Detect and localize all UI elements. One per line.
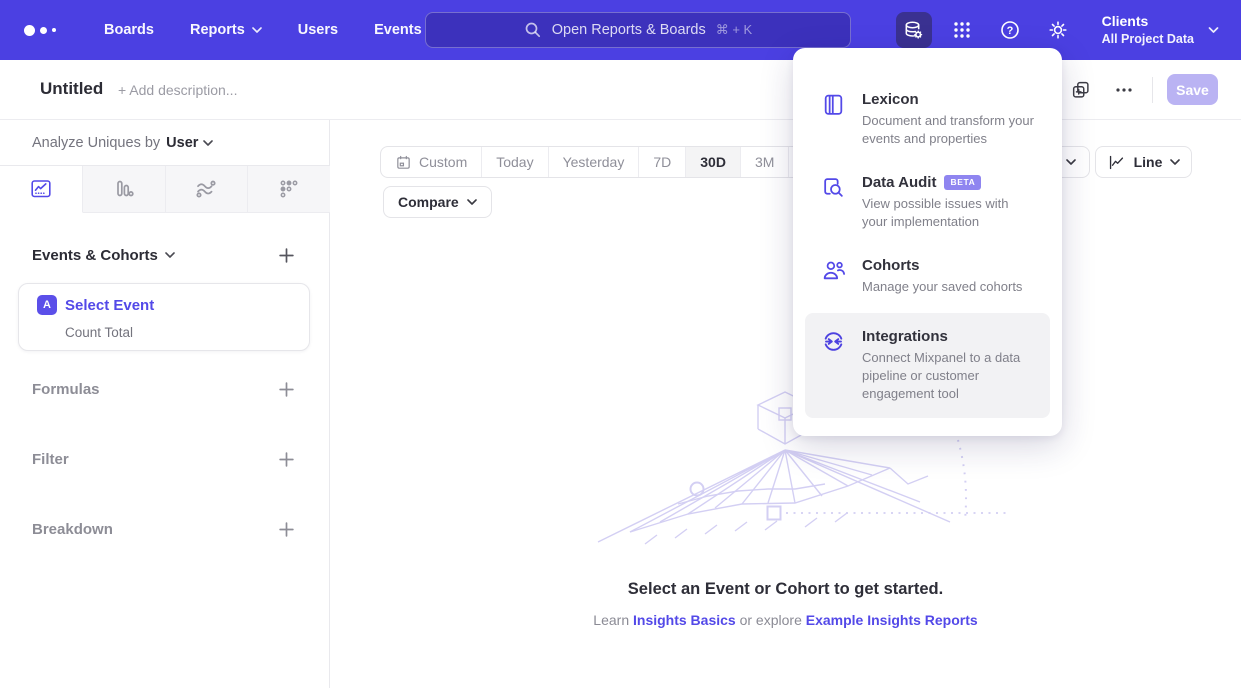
nav-events[interactable]: Events [374,22,422,38]
chevron-down-icon [467,199,477,206]
events-cohorts-header[interactable]: Events & Cohorts [32,247,175,264]
help-button[interactable]: ? [992,12,1028,48]
chart-type-tabs [0,165,330,213]
date-range-yesterday[interactable]: Yesterday [548,147,639,177]
chevron-down-icon [203,140,213,147]
chevron-down-icon [252,27,262,34]
apps-grid-button[interactable] [944,12,980,48]
menu-item-data-audit[interactable]: Data Audit BETA View possible issues wit… [793,161,1062,244]
empty-state-heading: Select an Event or Cohort to get started… [330,580,1241,599]
search-placeholder: Open Reports & Boards [552,22,706,38]
cohorts-users-icon [821,258,846,283]
event-letter-badge: A [37,295,57,315]
date-range-3m[interactable]: 3M [740,147,788,177]
add-description-field[interactable]: + Add description... [118,82,237,98]
header-divider [1152,77,1153,103]
chevron-down-icon [165,252,175,259]
select-event-label[interactable]: Select Event [65,297,154,314]
more-options-button[interactable] [1111,77,1137,103]
report-canvas: Custom Today Yesterday 7D 30D 3M 6M Comp… [330,120,1241,688]
add-filter-button[interactable] [278,451,296,469]
apps-grid-icon [951,19,973,41]
formulas-label: Formulas [32,381,100,398]
tab-insights-line[interactable] [0,166,83,213]
filter-label: Filter [32,451,69,468]
scatter-grid-icon [277,177,301,201]
more-ellipsis-icon [1114,80,1134,100]
project-switcher[interactable]: Clients All Project Data [1102,13,1219,47]
search-shortcut: ⌘ + K [716,22,753,38]
empty-state-subtext: Learn Insights Basics or explore Example… [330,612,1241,628]
add-formula-button[interactable] [278,381,296,399]
insights-line-chart-icon [29,177,53,201]
settings-gear-icon [1046,18,1070,42]
mixpanel-logo-icon[interactable] [24,25,70,36]
analyze-prefix-label: Analyze Uniques by [32,135,160,151]
menu-item-integrations[interactable]: Integrations Connect Mixpanel to a data … [805,313,1050,418]
date-range-today[interactable]: Today [481,147,547,177]
bar-chart-icon [112,177,136,201]
calendar-icon [395,154,412,171]
compare-dropdown[interactable]: Compare [383,186,492,218]
add-breakdown-button[interactable] [278,521,296,539]
flow-chart-icon [194,177,218,201]
data-management-button[interactable] [896,12,932,48]
breakdown-label: Breakdown [32,521,113,538]
line-chart-icon [1107,153,1126,172]
settings-button[interactable] [1040,12,1076,48]
global-search-input[interactable]: Open Reports & Boards ⌘ + K [425,12,851,48]
chart-style-dropdown[interactable]: Line [1095,146,1192,178]
insights-basics-link[interactable]: Insights Basics [633,612,736,628]
plus-icon [278,451,295,468]
report-title[interactable]: Untitled [40,79,103,99]
plus-icon [278,521,295,538]
count-total-label[interactable]: Count Total [65,325,133,340]
analyze-uniques-row: Analyze Uniques by User [32,135,213,151]
search-icon [524,21,542,39]
data-audit-icon [821,175,846,200]
date-range-7d[interactable]: 7D [638,147,685,177]
date-range-custom[interactable]: Custom [381,147,481,177]
chevron-down-icon [1066,159,1076,166]
nav-reports[interactable]: Reports [190,22,262,38]
add-event-button[interactable] [278,247,296,265]
chevron-down-icon [1170,159,1180,166]
select-event-card[interactable]: A Select Event Count Total [18,283,310,351]
analyze-unit-dropdown[interactable]: User [166,135,213,151]
save-button[interactable]: Save [1167,74,1218,105]
nav-users[interactable]: Users [298,22,338,38]
plus-icon [278,247,295,264]
tab-flow-chart[interactable] [166,166,249,213]
date-range-control: Custom Today Yesterday 7D 30D 3M 6M [380,146,838,178]
svg-text:?: ? [1006,25,1013,37]
beta-badge: BETA [944,175,981,190]
example-insights-reports-link[interactable]: Example Insights Reports [806,612,978,628]
help-icon: ? [998,18,1022,42]
org-name: Clients [1102,13,1194,31]
query-builder-sidebar: Analyze Uniques by User [0,120,330,688]
data-management-menu: Lexicon Document and transform your even… [793,48,1062,436]
menu-item-lexicon[interactable]: Lexicon Document and transform your even… [793,78,1062,161]
project-name: All Project Data [1102,31,1194,47]
lexicon-book-icon [821,92,846,117]
plus-icon [278,381,295,398]
duplicate-icon [1070,79,1092,101]
date-range-30d[interactable]: 30D [685,147,740,177]
tab-bar-chart[interactable] [83,166,166,213]
chevron-down-icon [1208,27,1219,34]
integrations-sync-icon [821,329,846,354]
menu-item-cohorts[interactable]: Cohorts Manage your saved cohorts [793,244,1062,309]
data-management-icon [902,19,925,42]
duplicate-button[interactable] [1068,77,1094,103]
nav-boards[interactable]: Boards [104,22,154,38]
tab-scatter-grid[interactable] [248,166,330,213]
